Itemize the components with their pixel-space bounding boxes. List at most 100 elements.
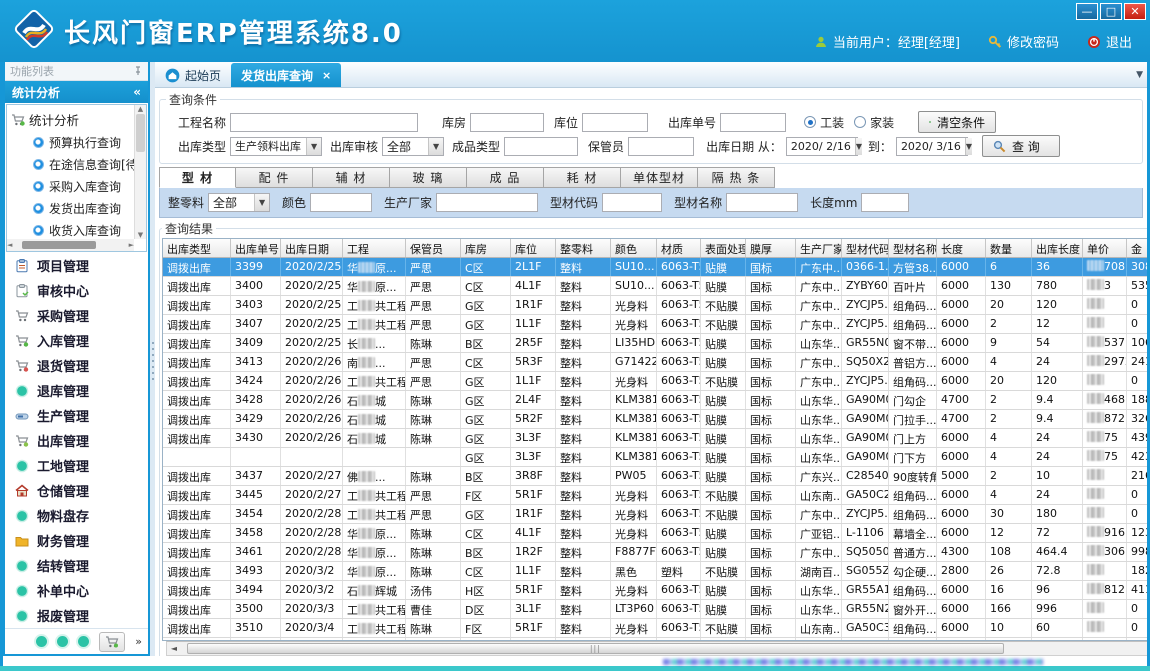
grid-column-header[interactable]: 型材代码 (842, 239, 889, 257)
manufacturer-input[interactable] (436, 193, 538, 212)
pin-icon[interactable] (133, 66, 143, 76)
sidebar-item-dot[interactable]: 退库管理 (5, 378, 148, 403)
grid-row[interactable]: G区3L3F整料KLM38176063-T5贴膜国标山东华...GA90M09.… (163, 448, 1147, 467)
location-input[interactable] (582, 113, 648, 132)
sidebar-item-dot[interactable]: 工地管理 (5, 453, 148, 478)
tree-root-statistics[interactable]: 统计分析 (11, 108, 146, 131)
tree-item[interactable]: 采购入库查询 (11, 175, 146, 197)
grid-row[interactable]: 调拨出库34242020/2/26工共工程严思G区1L1F整料光身料6063-T… (163, 372, 1147, 391)
warehouse-input[interactable] (470, 113, 544, 132)
grid-column-header[interactable]: 颜色 (611, 239, 657, 257)
sidebar-item-dot[interactable]: 结转管理 (5, 553, 148, 578)
search-button[interactable]: 查 询 (982, 135, 1060, 157)
radio-jiazhuang[interactable]: 家装 (854, 114, 894, 131)
material-tab[interactable]: 玻 璃 (390, 167, 467, 188)
material-tab[interactable]: 辅 材 (313, 167, 390, 188)
grid-column-header[interactable]: 库位 (511, 239, 556, 257)
tree-horizontal-scrollbar[interactable]: ◄► (7, 239, 134, 251)
grid-row[interactable]: 调拨出库34452020/2/27工共工程严思F区5R1F整料光身料6063-T… (163, 486, 1147, 505)
sidebar-item-dot[interactable]: 物料盘存 (5, 503, 148, 528)
grid-row[interactable]: 调拨出库34032020/2/25工共工程严思G区1R1F整料光身料6063-T… (163, 296, 1147, 315)
grid-row[interactable]: 调拨出库34582020/2/28华原...陈琳C区4L1F整料光身料6063-… (163, 524, 1147, 543)
sidebar-item-dot[interactable]: 报废管理 (5, 603, 148, 628)
collapse-icon[interactable]: « (133, 85, 141, 99)
audit-select[interactable]: 全部▼ (382, 137, 444, 156)
grid-column-header[interactable]: 生产厂家 (796, 239, 842, 257)
tree-item[interactable]: 预算执行查询 (11, 131, 146, 153)
grid-column-header[interactable]: 出库类型 (163, 239, 231, 257)
clear-conditions-button[interactable]: 清空条件 (918, 111, 996, 133)
grid-column-header[interactable]: 数量 (986, 239, 1032, 257)
sidebar-item-cart[interactable]: 采购管理 (5, 303, 148, 328)
grid-row[interactable]: 调拨出库34092020/2/25长...陈琳B区2R5F整料LI35HD606… (163, 334, 1147, 353)
profile-code-input[interactable] (602, 193, 662, 212)
date-from-picker[interactable]: 2020/ 2/16▼ (786, 137, 858, 156)
logout-button[interactable]: 退出 (1087, 32, 1132, 51)
grid-column-header[interactable]: 表面处理 (701, 239, 746, 257)
tab-shipment-outbound-query[interactable]: 发货出库查询 × (231, 63, 341, 87)
grid-row[interactable]: 调拨出库35102020/3/4工共工程陈琳F区5R1F整料光身料6063-T5… (163, 619, 1147, 638)
tree-item[interactable]: 发货出库查询 (11, 197, 146, 219)
more-panels-button[interactable] (99, 632, 125, 652)
grid-row[interactable]: 调拨出库34282020/2/26石城陈琳G区2L4F整料KLM38176063… (163, 391, 1147, 410)
length-input[interactable] (861, 193, 909, 212)
material-tab[interactable]: 隔 热 条 (698, 167, 775, 188)
scroll-left-icon[interactable]: ◄ (167, 644, 181, 653)
keeper-input[interactable] (628, 137, 694, 156)
grid-row[interactable]: 调拨出库34002020/2/25华原...严思C区4L1F整料SU10...6… (163, 277, 1147, 296)
grid-column-header[interactable]: 出库长度 (1032, 239, 1083, 257)
date-to-picker[interactable]: 2020/ 3/16▼ (896, 137, 968, 156)
sidebar-splitter[interactable] (150, 62, 155, 656)
tab-list-dropdown-icon[interactable]: ▼ (1136, 70, 1143, 80)
tab-home[interactable]: 起始页 (155, 63, 231, 87)
sidebar-item-dot[interactable]: 补单中心 (5, 578, 148, 603)
grid-column-header[interactable]: 单价 (1083, 239, 1127, 257)
material-tab[interactable]: 配 件 (236, 167, 313, 188)
maximize-button[interactable]: □ (1100, 3, 1122, 20)
tree-item[interactable]: 收货入库查询 (11, 219, 146, 241)
grid-column-header[interactable]: 整零料 (556, 239, 611, 257)
material-tab[interactable]: 耗 材 (544, 167, 621, 188)
minimize-button[interactable]: — (1076, 3, 1098, 20)
sidebar-item-cart-out[interactable]: 出库管理 (5, 428, 148, 453)
grid-column-header[interactable]: 库房 (461, 239, 511, 257)
grid-row[interactable]: 调拨出库35122020/3/4工共工程陈琳F区1L2F整料光身料6063-T5… (163, 638, 1147, 640)
grid-column-header[interactable]: 金 (1127, 239, 1147, 257)
sidebar-item-cart-in[interactable]: 入库管理 (5, 328, 148, 353)
tree-item[interactable]: 在途信息查询[待 (11, 153, 146, 175)
grid-column-header[interactable]: 保管员 (406, 239, 461, 257)
grid-row[interactable]: 调拨出库34542020/2/28工共工程严思G区1R1F整料光身料6063-T… (163, 505, 1147, 524)
change-password-button[interactable]: 修改密码 (988, 32, 1059, 51)
sidebar-item-home[interactable]: 仓储管理 (5, 478, 148, 503)
sidebar-item-clipboard[interactable]: 项目管理 (5, 253, 148, 278)
grid-row[interactable]: 调拨出库34302020/2/26石城陈琳G区3L3F整料KLM38176063… (163, 429, 1147, 448)
tab-close-icon[interactable]: × (322, 69, 331, 82)
material-tab[interactable]: 单体型材 (621, 167, 698, 188)
tree-vertical-scrollbar[interactable]: ▲▼ (134, 105, 146, 239)
grid-row[interactable]: 调拨出库34292020/2/26石城陈琳G区5R2F整料KLM38176063… (163, 410, 1147, 429)
radio-gongzhuang[interactable]: 工装 (804, 114, 844, 131)
grid-row[interactable]: 调拨出库33992020/2/25华原...严思C区2L1F整料SU10...6… (163, 258, 1147, 277)
sidebar-item-chart[interactable]: 生产管理 (5, 403, 148, 428)
product-type-input[interactable] (504, 137, 578, 156)
piece-select[interactable]: 全部▼ (208, 193, 270, 212)
configure-buttons-chevron[interactable]: » (135, 638, 142, 646)
grid-column-header[interactable]: 出库日期 (281, 239, 343, 257)
grid-column-header[interactable]: 工程 (343, 239, 406, 257)
dot-icon[interactable] (78, 636, 89, 647)
material-tab[interactable]: 型 材 (159, 167, 236, 188)
grid-horizontal-scrollbar[interactable]: ◄ ||| ► (166, 641, 1147, 656)
order-no-input[interactable] (720, 113, 786, 132)
dot-icon[interactable] (36, 636, 47, 647)
grid-row[interactable]: 调拨出库35002020/3/3工共工程曹佳D区3L1F整料LT3P606063… (163, 600, 1147, 619)
sidebar-section-statistics[interactable]: 统计分析 « (5, 81, 148, 103)
grid-column-header[interactable]: 膜厚 (746, 239, 796, 257)
grid-column-header[interactable]: 型材名称 (889, 239, 937, 257)
grid-row[interactable]: 调拨出库34932020/3/2华原...陈琳C区1L1F整料黑色塑料不贴膜国标… (163, 562, 1147, 581)
profile-name-input[interactable] (726, 193, 798, 212)
horizontal-scroll-thumb[interactable]: ||| (187, 643, 1004, 654)
grid-row[interactable]: 调拨出库34612020/2/28华原...陈琳B区1R2F整料F8877FT6… (163, 543, 1147, 562)
grid-row[interactable]: 调拨出库34942020/3/2石辉城汤伟H区5R1F整料光身料6063-T5贴… (163, 581, 1147, 600)
sidebar-item-cart-back[interactable]: 退货管理 (5, 353, 148, 378)
grid-column-header[interactable]: 材质 (657, 239, 701, 257)
